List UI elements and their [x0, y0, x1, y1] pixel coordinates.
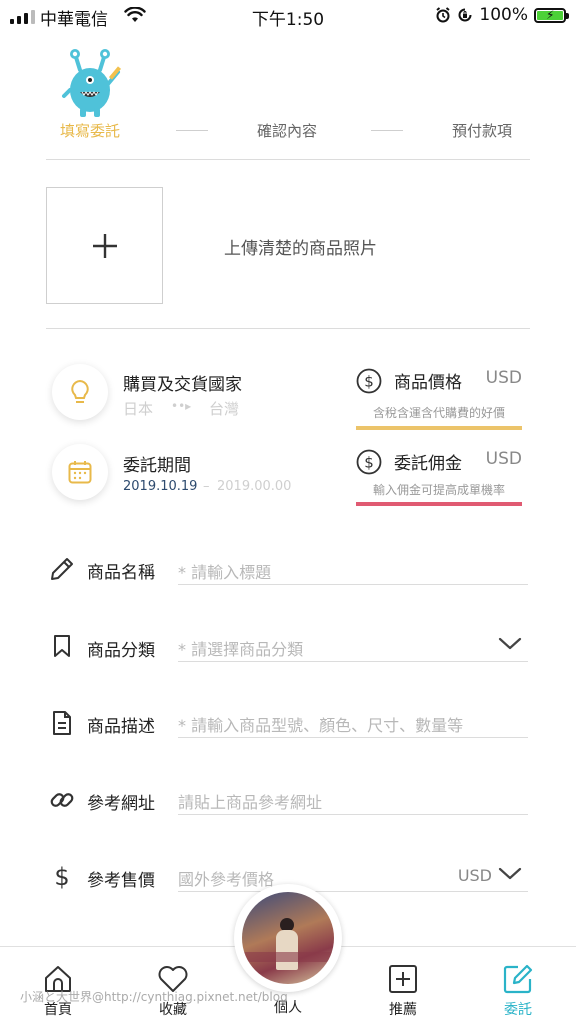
- link-icon: [46, 784, 78, 816]
- rotation-lock-icon: [458, 8, 472, 22]
- watermark: 小涵と大世界@http://cynthiag.pixnet.net/blog: [20, 990, 288, 1004]
- lightbulb-icon: [71, 379, 89, 403]
- upload-photo-label: 上傳清楚的商品照片: [224, 239, 377, 259]
- ref-price-currency[interactable]: USD: [458, 866, 492, 885]
- commission-input[interactable]: $ 委託佣金 USD 輸入佣金可提高成單機率: [356, 449, 522, 509]
- edit-icon: [500, 961, 536, 997]
- tab-request[interactable]: 委託: [478, 947, 558, 1024]
- category-select[interactable]: * 請選擇商品分類: [178, 632, 528, 662]
- alarm-icon: [436, 7, 451, 23]
- dollar-icon: $: [46, 861, 78, 893]
- tab-recommend-label: 推薦: [389, 1002, 417, 1018]
- battery-icon: ⚡: [534, 7, 569, 23]
- document-icon: [46, 707, 78, 739]
- status-bar: 中華電信 下午1:50 100% ⚡: [0, 0, 576, 32]
- tab-profile[interactable]: [234, 884, 342, 992]
- divider: [46, 159, 530, 160]
- svg-text:$: $: [364, 454, 374, 472]
- step-confirm: 確認內容: [257, 122, 318, 140]
- commission-currency: USD: [485, 449, 522, 469]
- price-title: 商品價格: [394, 373, 462, 393]
- dollar-circle-icon: $: [356, 449, 382, 475]
- description-placeholder: * 請輸入商品型號、顏色、尺寸、數量等: [178, 716, 464, 735]
- location-button[interactable]: [52, 364, 108, 420]
- description-input[interactable]: * 請輸入商品型號、顏色、尺寸、數量等: [178, 708, 528, 738]
- svg-text:$: $: [364, 373, 374, 391]
- name-input[interactable]: * 請輸入標題: [178, 555, 528, 585]
- avatar: [242, 892, 334, 984]
- svg-text:$: $: [54, 863, 69, 891]
- period-dash: –: [203, 479, 210, 494]
- step-divider: [371, 130, 403, 131]
- field-label-name: 商品名稱: [87, 563, 155, 583]
- field-label-description: 商品描述: [87, 717, 155, 737]
- calendar-icon: [68, 461, 92, 484]
- field-label-url: 參考網址: [87, 794, 155, 814]
- pencil-icon: [46, 553, 78, 585]
- location-from[interactable]: 日本: [123, 398, 153, 419]
- mascot-logo: [62, 49, 122, 117]
- commission-underline: [356, 502, 522, 506]
- url-placeholder: 請貼上商品參考網址: [178, 793, 323, 812]
- period-start[interactable]: 2019.10.19: [123, 479, 197, 494]
- period-button[interactable]: [52, 444, 108, 500]
- battery-percent: 100%: [479, 5, 528, 25]
- step-prepay: 預付款項: [452, 122, 513, 140]
- period-end[interactable]: 2019.00.00: [217, 479, 291, 494]
- ref-price-input[interactable]: 國外參考價格 USD: [178, 862, 528, 892]
- chevron-down-icon: [498, 637, 522, 650]
- tab-favorites[interactable]: 收藏: [133, 947, 213, 1024]
- tab-request-label: 委託: [504, 1002, 532, 1018]
- field-label-category: 商品分類: [87, 641, 155, 661]
- url-input[interactable]: 請貼上商品參考網址: [178, 785, 528, 815]
- commission-hint: 輸入佣金可提高成單機率: [372, 483, 505, 497]
- name-placeholder: * 請輸入標題: [178, 563, 272, 582]
- arrow-icon: ••▸: [171, 399, 192, 413]
- period-title: 委託期間: [123, 456, 191, 476]
- category-placeholder: * 請選擇商品分類: [178, 640, 304, 659]
- progress-steps: 填寫委託 確認內容 預付款項: [46, 118, 530, 142]
- dollar-circle-icon: $: [356, 368, 382, 394]
- commission-title: 委託佣金: [394, 454, 462, 474]
- step-fill-request: 填寫委託: [60, 122, 121, 140]
- upload-photo-button[interactable]: [46, 187, 163, 304]
- divider: [46, 328, 530, 329]
- step-divider: [176, 130, 208, 131]
- field-label-ref-price: 參考售價: [87, 871, 155, 891]
- price-underline: [356, 426, 522, 430]
- location-to[interactable]: 台灣: [209, 398, 239, 419]
- ref-price-placeholder: 國外參考價格: [178, 870, 275, 889]
- chevron-down-icon[interactable]: [498, 865, 522, 881]
- tab-recommend[interactable]: 推薦: [363, 947, 443, 1024]
- location-title: 購買及交貨國家: [123, 375, 242, 395]
- tab-home[interactable]: 首頁: [18, 947, 98, 1024]
- price-input[interactable]: $ 商品價格 USD 含稅含運含代購費的好價: [356, 368, 522, 430]
- price-currency: USD: [485, 368, 522, 388]
- plus-square-icon: [385, 961, 421, 997]
- bookmark-icon: [46, 630, 78, 662]
- plus-icon: [92, 233, 117, 258]
- price-hint: 含稅含運含代購費的好價: [372, 406, 505, 420]
